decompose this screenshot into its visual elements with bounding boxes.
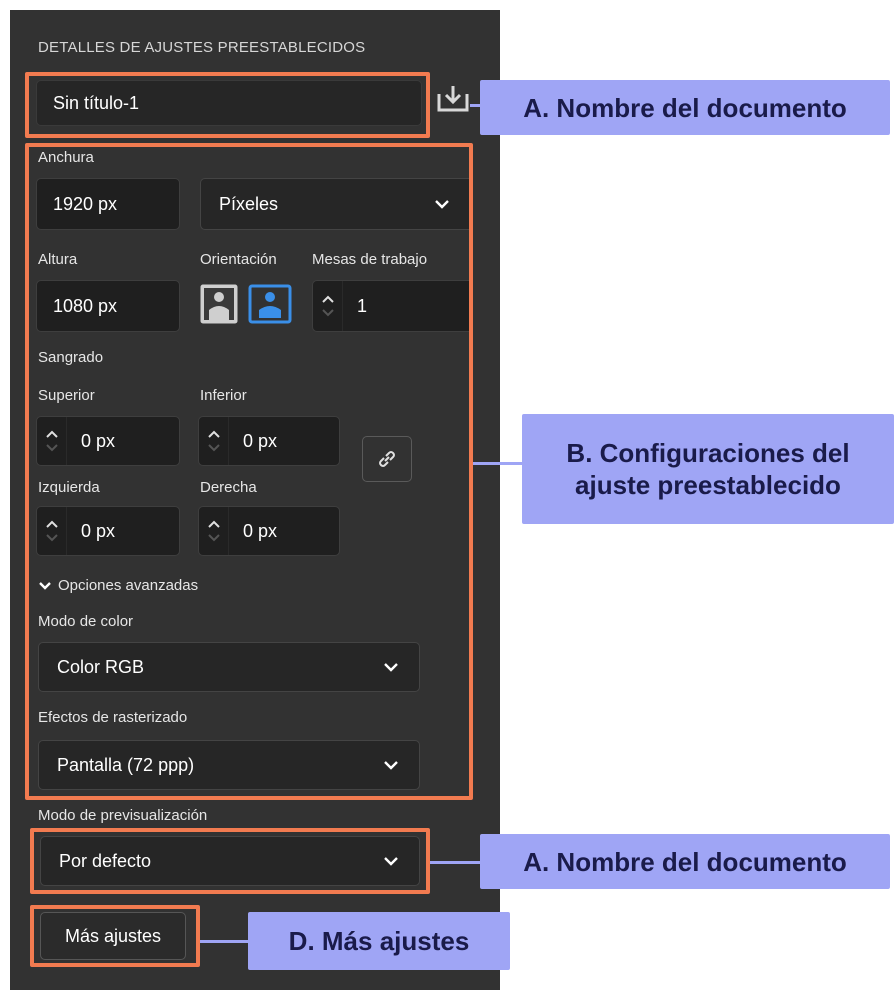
highlight-more-settings: [30, 905, 200, 967]
connector-d: [200, 940, 248, 943]
preview-mode-label: Modo de previsualización: [38, 807, 208, 824]
callout-b: B. Configuraciones del ajuste preestable…: [522, 414, 894, 524]
callout-a-bottom: A. Nombre del documento: [480, 834, 890, 889]
callout-d: D. Más ajustes: [248, 912, 510, 970]
connector-b: [473, 462, 523, 465]
panel-heading: DETALLES DE AJUSTES PREESTABLECIDOS: [38, 39, 366, 56]
save-preset-icon[interactable]: [436, 82, 470, 114]
highlight-preview-mode: [30, 828, 430, 894]
connector-a-bottom: [430, 861, 480, 864]
highlight-document-name: [25, 72, 430, 138]
callout-a-top: A. Nombre del documento: [480, 80, 890, 135]
highlight-preset-settings: [25, 143, 473, 800]
